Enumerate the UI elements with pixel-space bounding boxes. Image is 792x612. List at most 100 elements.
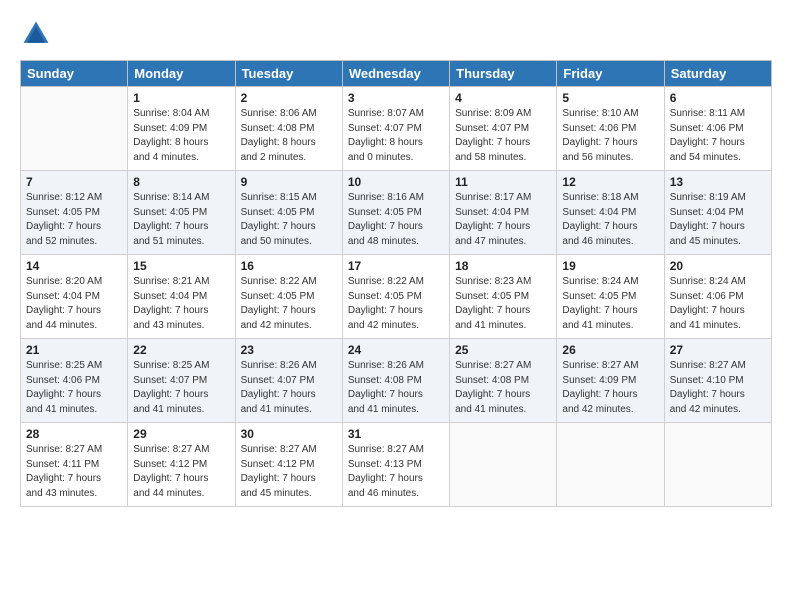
calendar-cell: 4 Sunrise: 8:09 AMSunset: 4:07 PMDaylight… [450, 87, 557, 171]
day-info: Sunrise: 8:26 AMSunset: 4:07 PMDaylight:… [241, 359, 337, 417]
calendar-cell: 23Sunrise: 8:26 AMSunset: 4:07 PMDayligh… [235, 339, 342, 423]
week-row-3: 14 Sunrise: 8:20 AMSunset: 4:04 PMDayligh… [21, 255, 772, 339]
day-info: Sunrise: 8:09 AMSunset: 4:07 PMDaylight:… [455, 107, 551, 165]
week-row-5: 28 Sunrise: 8:27 AMSunset: 4:11 PMDayligh… [21, 423, 772, 507]
day-number: 7 [26, 175, 122, 189]
day-number: 21 [26, 343, 122, 357]
calendar-cell: 9 Sunrise: 8:15 AMSunset: 4:05 PMDaylight… [235, 171, 342, 255]
calendar-cell: 21 Sunrise: 8:25 AMSunset: 4:06 PMDayligh… [21, 339, 128, 423]
calendar-cell: 11 Sunrise: 8:17 AMSunset: 4:04 PMDayligh… [450, 171, 557, 255]
calendar-cell: 31 Sunrise: 8:27 AMSunset: 4:13 PMDayligh… [342, 423, 449, 507]
day-number: 28 [26, 427, 122, 441]
day-info: Sunrise: 8:15 AMSunset: 4:05 PMDaylight:… [241, 191, 337, 249]
page: SundayMondayTuesdayWednesdayThursdayFrid… [0, 0, 792, 612]
day-number: 29 [133, 427, 229, 441]
day-info: Sunrise: 8:12 AMSunset: 4:05 PMDaylight:… [26, 191, 122, 249]
day-info: Sunrise: 8:04 AMSunset: 4:09 PMDaylight:… [133, 107, 229, 165]
day-header-friday: Friday [557, 61, 664, 87]
calendar-cell: 30 Sunrise: 8:27 AMSunset: 4:12 PMDayligh… [235, 423, 342, 507]
day-info: Sunrise: 8:27 AMSunset: 4:08 PMDaylight:… [455, 359, 551, 417]
day-number: 27 [670, 343, 766, 357]
day-header-sunday: Sunday [21, 61, 128, 87]
calendar-cell [450, 423, 557, 507]
day-info: Sunrise: 8:24 AMSunset: 4:05 PMDaylight:… [562, 275, 658, 333]
day-info: Sunrise: 8:17 AMSunset: 4:04 PMDaylight:… [455, 191, 551, 249]
calendar-cell [664, 423, 771, 507]
day-info: Sunrise: 8:27 AMSunset: 4:12 PMDaylight:… [241, 443, 337, 501]
day-info: Sunrise: 8:23 AMSunset: 4:05 PMDaylight:… [455, 275, 551, 333]
day-number: 10 [348, 175, 444, 189]
day-number: 22 [133, 343, 229, 357]
calendar-cell: 5Sunrise: 8:10 AMSunset: 4:06 PMDaylight… [557, 87, 664, 171]
day-header-tuesday: Tuesday [235, 61, 342, 87]
day-number: 26 [562, 343, 658, 357]
day-number: 9 [241, 175, 337, 189]
calendar-cell: 14 Sunrise: 8:20 AMSunset: 4:04 PMDayligh… [21, 255, 128, 339]
day-info: Sunrise: 8:25 AMSunset: 4:06 PMDaylight:… [26, 359, 122, 417]
calendar-cell: 22 Sunrise: 8:25 AMSunset: 4:07 PMDayligh… [128, 339, 235, 423]
day-number: 5 [562, 91, 658, 105]
calendar-table: SundayMondayTuesdayWednesdayThursdayFrid… [20, 60, 772, 507]
calendar-cell: 27Sunrise: 8:27 AMSunset: 4:10 PMDayligh… [664, 339, 771, 423]
day-header-monday: Monday [128, 61, 235, 87]
calendar-cell: 8Sunrise: 8:14 AMSunset: 4:05 PMDaylight… [128, 171, 235, 255]
day-number: 6 [670, 91, 766, 105]
day-info: Sunrise: 8:22 AMSunset: 4:05 PMDaylight:… [241, 275, 337, 333]
calendar-cell: 29 Sunrise: 8:27 AMSunset: 4:12 PMDayligh… [128, 423, 235, 507]
day-header-saturday: Saturday [664, 61, 771, 87]
day-info: Sunrise: 8:27 AMSunset: 4:12 PMDaylight:… [133, 443, 229, 501]
day-number: 20 [670, 259, 766, 273]
day-info: Sunrise: 8:19 AMSunset: 4:04 PMDaylight:… [670, 191, 766, 249]
day-info: Sunrise: 8:20 AMSunset: 4:04 PMDaylight:… [26, 275, 122, 333]
day-info: Sunrise: 8:22 AMSunset: 4:05 PMDaylight:… [348, 275, 444, 333]
day-number: 16 [241, 259, 337, 273]
day-number: 25 [455, 343, 551, 357]
week-row-2: 7 Sunrise: 8:12 AMSunset: 4:05 PMDaylight… [21, 171, 772, 255]
calendar-cell: 7 Sunrise: 8:12 AMSunset: 4:05 PMDaylight… [21, 171, 128, 255]
day-number: 18 [455, 259, 551, 273]
week-row-1: 1Sunrise: 8:04 AMSunset: 4:09 PMDaylight… [21, 87, 772, 171]
day-info: Sunrise: 8:24 AMSunset: 4:06 PMDaylight:… [670, 275, 766, 333]
day-info: Sunrise: 8:26 AMSunset: 4:08 PMDaylight:… [348, 359, 444, 417]
header [20, 18, 772, 50]
day-number: 4 [455, 91, 551, 105]
calendar-cell: 16 Sunrise: 8:22 AMSunset: 4:05 PMDayligh… [235, 255, 342, 339]
day-info: Sunrise: 8:21 AMSunset: 4:04 PMDaylight:… [133, 275, 229, 333]
day-number: 19 [562, 259, 658, 273]
day-number: 14 [26, 259, 122, 273]
calendar-cell: 6Sunrise: 8:11 AMSunset: 4:06 PMDaylight… [664, 87, 771, 171]
day-info: Sunrise: 8:27 AMSunset: 4:13 PMDaylight:… [348, 443, 444, 501]
day-number: 11 [455, 175, 551, 189]
day-number: 12 [562, 175, 658, 189]
week-row-4: 21 Sunrise: 8:25 AMSunset: 4:06 PMDayligh… [21, 339, 772, 423]
calendar-cell [21, 87, 128, 171]
day-number: 24 [348, 343, 444, 357]
calendar-cell: 17Sunrise: 8:22 AMSunset: 4:05 PMDayligh… [342, 255, 449, 339]
day-number: 13 [670, 175, 766, 189]
calendar-cell: 13 Sunrise: 8:19 AMSunset: 4:04 PMDayligh… [664, 171, 771, 255]
calendar-cell: 10 Sunrise: 8:16 AMSunset: 4:05 PMDayligh… [342, 171, 449, 255]
calendar-cell: 25 Sunrise: 8:27 AMSunset: 4:08 PMDayligh… [450, 339, 557, 423]
calendar-cell [557, 423, 664, 507]
day-header-wednesday: Wednesday [342, 61, 449, 87]
calendar-cell: 28 Sunrise: 8:27 AMSunset: 4:11 PMDayligh… [21, 423, 128, 507]
calendar-cell: 2Sunrise: 8:06 AMSunset: 4:08 PMDaylight… [235, 87, 342, 171]
day-number: 15 [133, 259, 229, 273]
day-number: 8 [133, 175, 229, 189]
logo [20, 18, 56, 50]
day-info: Sunrise: 8:25 AMSunset: 4:07 PMDaylight:… [133, 359, 229, 417]
calendar-cell: 3Sunrise: 8:07 AMSunset: 4:07 PMDaylight… [342, 87, 449, 171]
calendar-cell: 12 Sunrise: 8:18 AMSunset: 4:04 PMDayligh… [557, 171, 664, 255]
day-info: Sunrise: 8:27 AMSunset: 4:11 PMDaylight:… [26, 443, 122, 501]
day-info: Sunrise: 8:18 AMSunset: 4:04 PMDaylight:… [562, 191, 658, 249]
calendar-cell: 1Sunrise: 8:04 AMSunset: 4:09 PMDaylight… [128, 87, 235, 171]
day-info: Sunrise: 8:16 AMSunset: 4:05 PMDaylight:… [348, 191, 444, 249]
day-number: 31 [348, 427, 444, 441]
calendar-header-row: SundayMondayTuesdayWednesdayThursdayFrid… [21, 61, 772, 87]
calendar-cell: 15 Sunrise: 8:21 AMSunset: 4:04 PMDayligh… [128, 255, 235, 339]
day-header-thursday: Thursday [450, 61, 557, 87]
logo-icon [20, 18, 52, 50]
calendar-cell: 26 Sunrise: 8:27 AMSunset: 4:09 PMDayligh… [557, 339, 664, 423]
day-info: Sunrise: 8:27 AMSunset: 4:09 PMDaylight:… [562, 359, 658, 417]
day-number: 30 [241, 427, 337, 441]
